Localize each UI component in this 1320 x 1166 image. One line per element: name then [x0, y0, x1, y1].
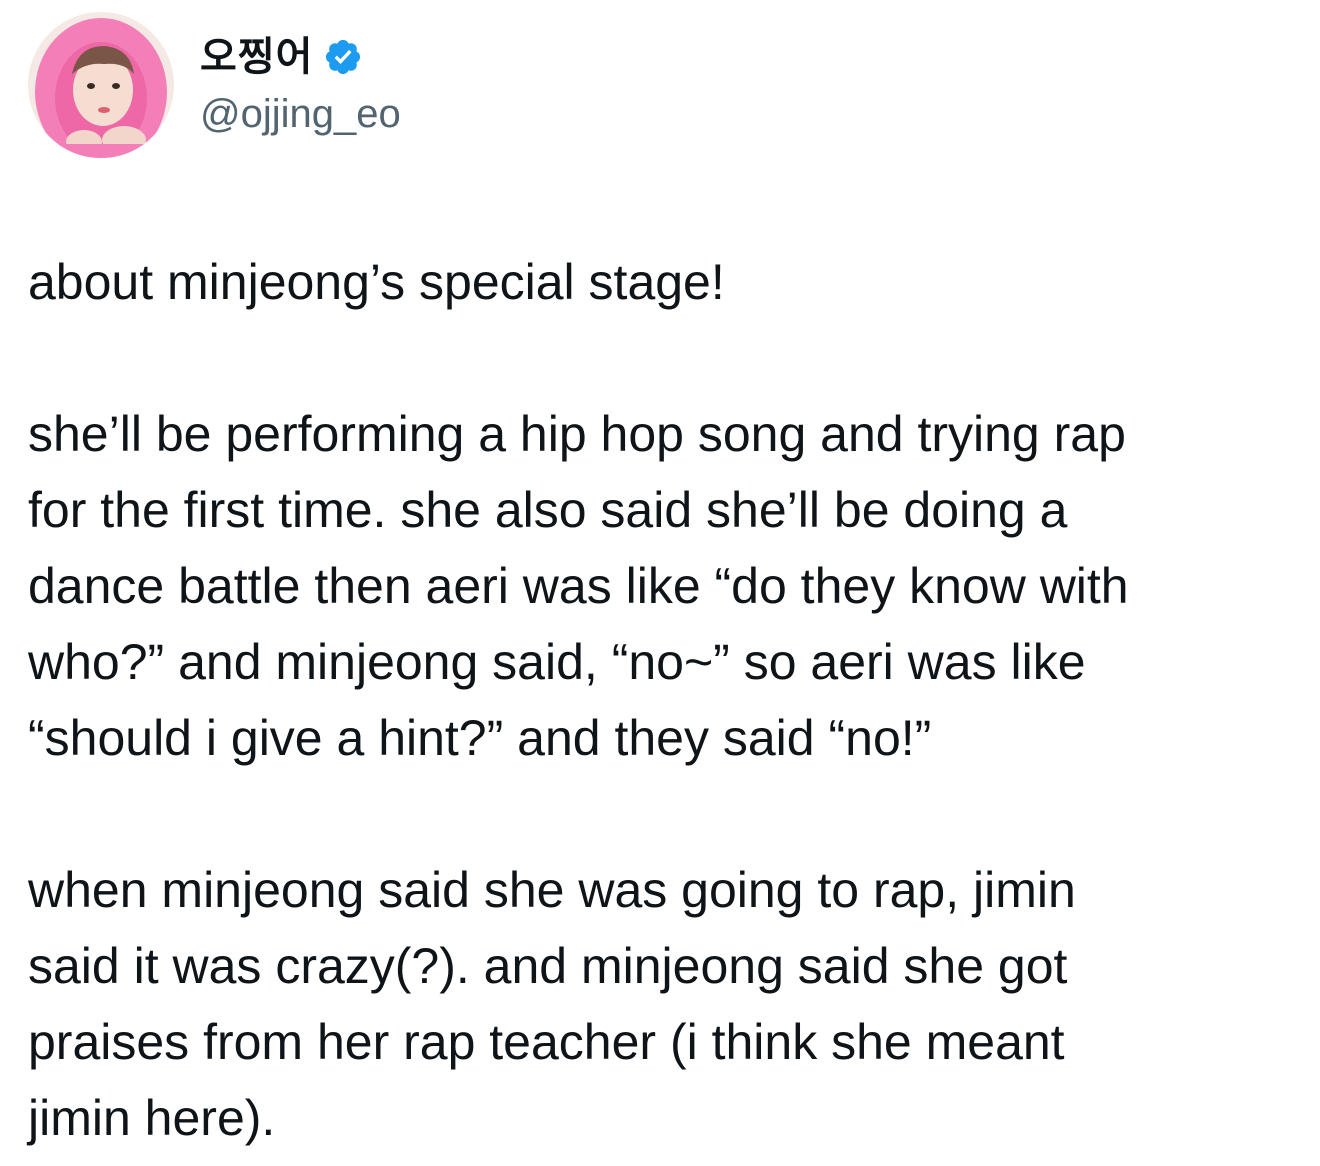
author-handle[interactable]: @ojjing_eo — [200, 88, 401, 140]
text-line: praises from her rap teacher (i think sh… — [28, 1014, 1065, 1070]
paragraph-3: when minjeong said she was going to rap,… — [28, 852, 1298, 1156]
text-line: when minjeong said she was going to rap,… — [28, 862, 1076, 918]
text-line: for the first time. she also said she’ll… — [28, 482, 1068, 538]
paragraph-1: about minjeong’s special stage! — [28, 244, 1298, 320]
tweet-card: 오찡어 @ojjing_eo about minjeong’s special … — [0, 0, 1320, 1166]
tweet-header: 오찡어 @ojjing_eo — [28, 10, 401, 160]
author-names: 오찡어 @ojjing_eo — [200, 30, 401, 140]
text-line: she’ll be performing a hip hop song and … — [28, 406, 1126, 462]
tweet-text: about minjeong’s special stage! she’ll b… — [28, 244, 1298, 1156]
verified-badge-icon — [323, 37, 363, 77]
paragraph-2: she’ll be performing a hip hop song and … — [28, 396, 1298, 776]
text-line: said it was crazy(?). and minjeong said … — [28, 938, 1068, 994]
display-name[interactable]: 오찡어 — [200, 30, 313, 84]
name-row: 오찡어 — [200, 30, 401, 84]
avatar-photo-icon — [28, 12, 174, 158]
text-line: who?” and minjeong said, “no~” so aeri w… — [28, 634, 1086, 690]
avatar[interactable] — [28, 12, 174, 158]
text-line: about minjeong’s special stage! — [28, 254, 725, 310]
text-line: jimin here). — [28, 1090, 276, 1146]
text-line: dance battle then aeri was like “do they… — [28, 558, 1129, 614]
text-line: “should i give a hint?” and they said “n… — [28, 710, 932, 766]
